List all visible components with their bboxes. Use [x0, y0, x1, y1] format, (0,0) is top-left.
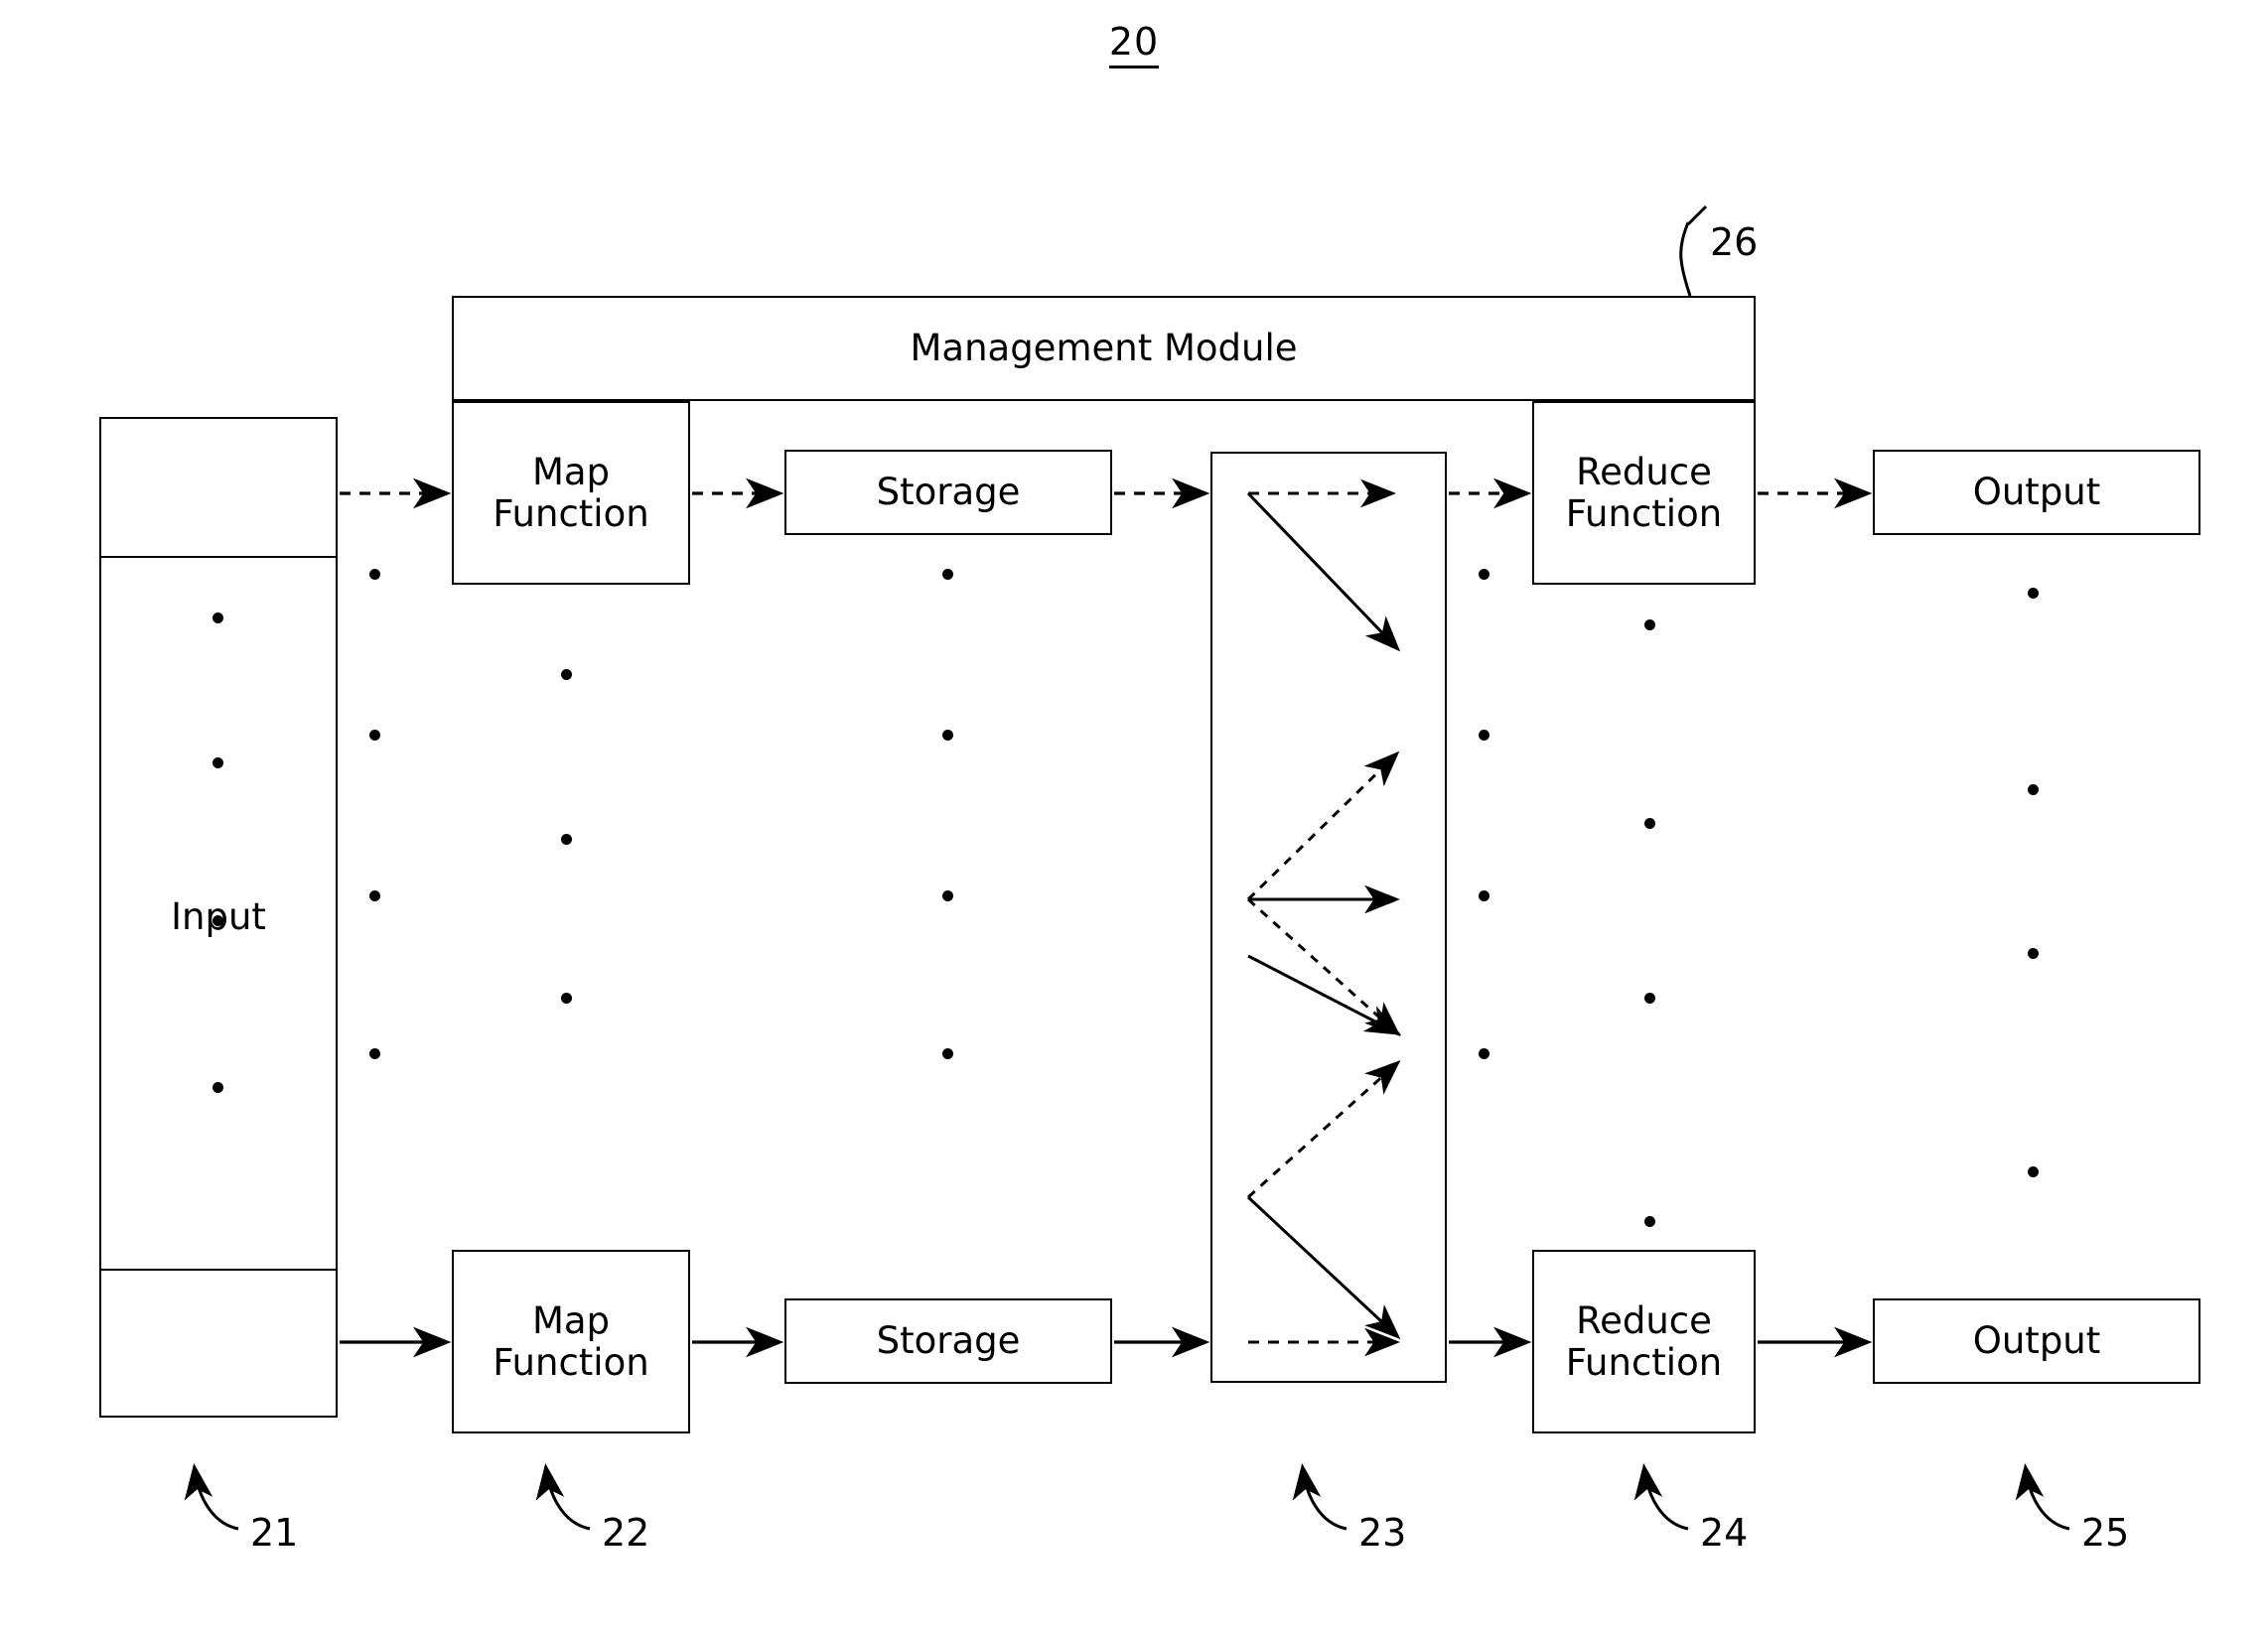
leader-line-26 — [1679, 221, 1692, 297]
connector-layer — [184, 204, 2070, 1531]
shuffle-arrow-6 — [1247, 954, 1402, 1035]
ref-numeral-22-text: 22 — [602, 1511, 650, 1555]
ref-numeral-21-text: 21 — [250, 1511, 299, 1555]
leader-line-26-tail — [1686, 204, 1708, 226]
shuffle-arrow-8 — [1246, 1195, 1401, 1340]
ref-numeral-22: 22 — [602, 1511, 649, 1555]
ref-numeral-26: 26 — [1710, 220, 1758, 264]
shuffle-arrow-7 — [1246, 1059, 1401, 1199]
leader-line-21 — [184, 1463, 239, 1531]
shuffle-arrow-3 — [1246, 750, 1400, 901]
ref-numeral-24: 24 — [1700, 1511, 1748, 1555]
leader-line-25 — [2015, 1463, 2070, 1531]
ref-numeral-24-text: 24 — [1700, 1511, 1749, 1555]
leader-line-23 — [1292, 1463, 1347, 1531]
ref-numeral-23: 23 — [1358, 1511, 1406, 1555]
leader-line-24 — [1633, 1463, 1689, 1531]
ref-numeral-25: 25 — [2081, 1511, 2129, 1555]
shuffle-arrow-2 — [1246, 491, 1401, 652]
ref-numeral-23-text: 23 — [1358, 1511, 1407, 1555]
ref-numeral-21: 21 — [250, 1511, 298, 1555]
ref-numeral-26-text: 26 — [1710, 220, 1759, 264]
ref-numeral-25-text: 25 — [2081, 1511, 2130, 1555]
figure-canvas: 20 Management Module Input Map Function … — [0, 0, 2268, 1633]
leader-line-22 — [535, 1463, 591, 1531]
